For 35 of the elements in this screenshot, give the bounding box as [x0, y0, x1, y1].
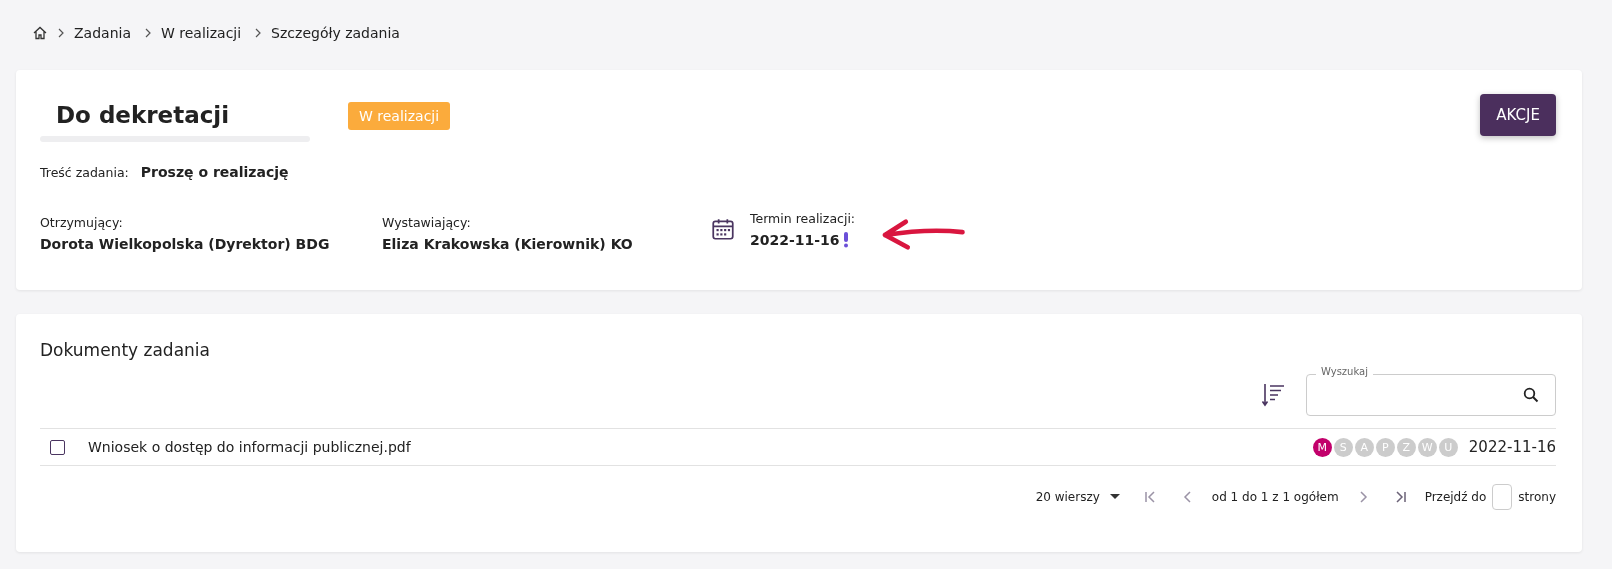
- page-range: od 1 do 1 z 1 ogółem: [1211, 490, 1339, 504]
- document-link[interactable]: Wniosek o dostęp do informacji publicznej.pdf: [88, 439, 411, 455]
- field-label: Wystawiający:: [382, 215, 472, 230]
- actions-button[interactable]: AKCJE: [1480, 94, 1556, 136]
- chevron-icon: [145, 28, 151, 38]
- page-input[interactable]: [1492, 484, 1513, 510]
- task-title: Do dekretacji: [56, 102, 231, 128]
- field-label: Termin realizacji:: [750, 210, 856, 226]
- date-cell: 2022-11-16: [1468, 438, 1556, 456]
- section-title: Dokumenty zadania: [40, 340, 211, 360]
- breadcrumb-link[interactable]: W realizacji: [161, 25, 242, 41]
- field-value: Eliza Krakowska (Kierownik) KO: [382, 236, 634, 252]
- field-label: Otrzymujący:: [40, 215, 124, 230]
- search-label: Wyszukaj: [1316, 366, 1373, 377]
- rows-per-page-dropdown[interactable]: 20 wierszy: [1035, 490, 1120, 504]
- status-badge: W realizacji: [348, 102, 451, 130]
- goto-suffix: strony: [1518, 490, 1556, 504]
- chevron-icon: [255, 28, 262, 38]
- sort-icon[interactable]: [1262, 382, 1286, 408]
- status-dot: M: [1312, 437, 1332, 457]
- field-value: Dorota Wielkopolska (Dyrektor) BDG: [40, 236, 331, 252]
- first-page-icon[interactable]: [1143, 491, 1156, 503]
- last-page-icon[interactable]: [1394, 491, 1407, 503]
- checkbox[interactable]: [50, 439, 65, 455]
- search-icon[interactable]: [1523, 387, 1539, 403]
- goto-label: Przejdź do: [1424, 490, 1487, 504]
- content-label: Treść zadania:: [40, 165, 129, 180]
- breadcrumb-link[interactable]: Zadania: [74, 25, 131, 41]
- calendar-icon: [710, 216, 736, 242]
- caret-icon: [1109, 494, 1120, 500]
- home-icon[interactable]: [32, 25, 48, 41]
- chevron-icon: [58, 28, 64, 38]
- content-value: Proszę o realizację: [140, 164, 289, 180]
- previous-page-icon[interactable]: [1181, 491, 1194, 503]
- deadline-value: 2022-11-16: [750, 231, 840, 248]
